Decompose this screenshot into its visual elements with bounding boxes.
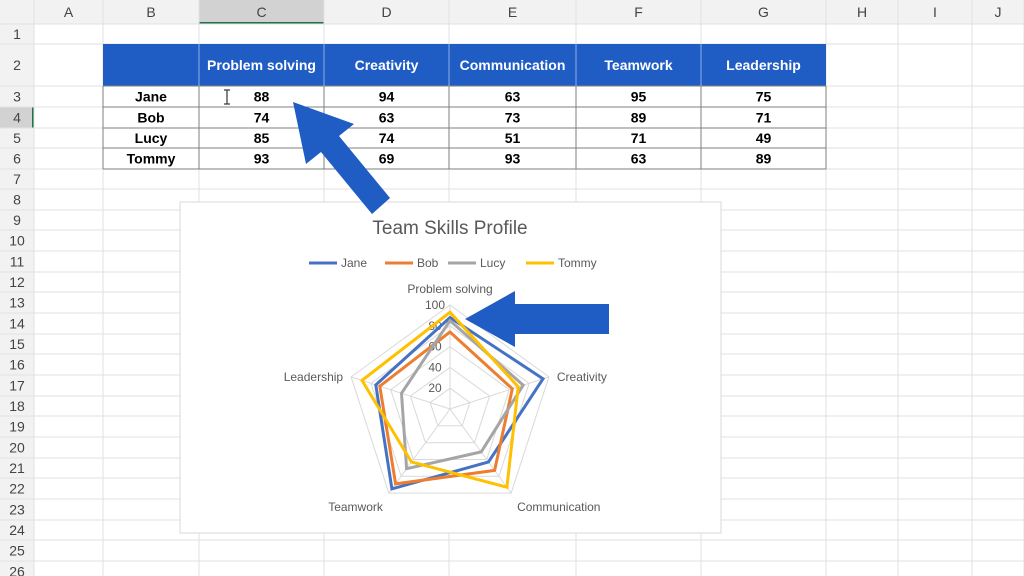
annotation-layer bbox=[293, 102, 609, 347]
arrow-to-chart-icon bbox=[465, 291, 609, 347]
arrow-to-header-icon bbox=[293, 102, 390, 214]
